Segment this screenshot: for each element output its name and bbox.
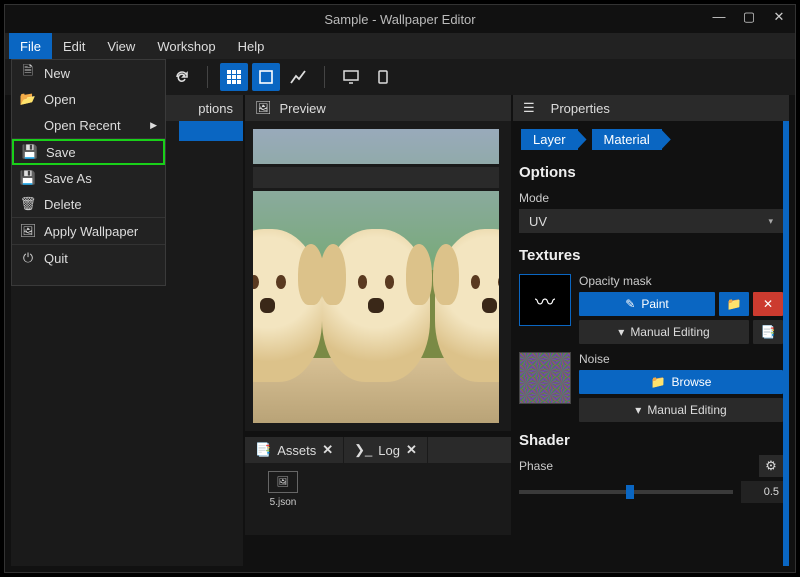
preview-image bbox=[253, 129, 499, 423]
manual-editing-dropdown[interactable]: ▾Manual Editing bbox=[579, 320, 749, 344]
chevron-right-icon: ▶ bbox=[150, 120, 157, 131]
stats-button[interactable] bbox=[284, 63, 312, 91]
menu-file[interactable]: File bbox=[9, 33, 52, 59]
mode-label: Mode bbox=[513, 187, 789, 207]
trash-icon: 🗑 bbox=[20, 196, 36, 212]
close-button[interactable]: ✕ bbox=[769, 9, 789, 25]
bounding-box-button[interactable] bbox=[252, 63, 280, 91]
phase-value[interactable]: 0.5 bbox=[741, 481, 783, 503]
manual-editing-dropdown-2[interactable]: ▾Manual Editing bbox=[579, 398, 783, 422]
crumb-material[interactable]: Material bbox=[592, 129, 662, 150]
selected-layer-indicator bbox=[179, 121, 243, 141]
menu-view[interactable]: View bbox=[96, 33, 146, 59]
phase-slider[interactable] bbox=[519, 490, 733, 494]
chevron-down-icon: ▾ bbox=[768, 216, 773, 227]
scrollbar[interactable] bbox=[783, 121, 789, 566]
copy-icon: 📑 bbox=[761, 325, 776, 339]
menubar: File Edit View Workshop Help bbox=[5, 33, 795, 59]
file-open-recent[interactable]: Open Recent▶ bbox=[12, 112, 165, 138]
menu-workshop[interactable]: Workshop bbox=[146, 33, 226, 59]
file-open[interactable]: 📂Open bbox=[12, 86, 165, 112]
menu-help[interactable]: Help bbox=[227, 33, 276, 59]
list-icon: ☰ bbox=[523, 100, 535, 116]
maximize-button[interactable]: ▢ bbox=[739, 9, 759, 25]
crumb-layer[interactable]: Layer bbox=[521, 129, 578, 150]
file-quit[interactable]: ⏻Quit bbox=[12, 245, 165, 271]
file-new[interactable]: 🗎New bbox=[12, 60, 165, 86]
copy-button[interactable]: 📑 bbox=[753, 320, 783, 344]
tab-assets[interactable]: 📑Assets✕ bbox=[245, 437, 344, 463]
title-bar: Sample - Wallpaper Editor — ▢ ✕ bbox=[5, 5, 795, 33]
folder-icon: 📁 bbox=[727, 297, 742, 311]
file-save[interactable]: 💾Save bbox=[12, 139, 165, 165]
opacity-mask-label: Opacity mask bbox=[579, 274, 783, 288]
opacity-mask-swatch[interactable]: 〰 bbox=[519, 274, 571, 326]
menu-edit[interactable]: Edit bbox=[52, 33, 96, 59]
file-delete[interactable]: 🗑Delete bbox=[12, 191, 165, 217]
chevron-down-icon: ▾ bbox=[618, 325, 624, 339]
file-apply-wallpaper[interactable]: 🖼Apply Wallpaper bbox=[12, 218, 165, 244]
power-icon: ⏻ bbox=[20, 250, 36, 266]
settings-button[interactable]: ⚙ bbox=[759, 455, 783, 477]
close-icon: ✕ bbox=[763, 297, 773, 311]
folder-icon: 📁 bbox=[651, 375, 666, 389]
shader-section-title: Shader bbox=[513, 426, 789, 455]
close-tab-icon[interactable]: ✕ bbox=[322, 442, 333, 458]
save-icon: 💾 bbox=[22, 144, 38, 160]
redo-button[interactable] bbox=[167, 63, 195, 91]
browse-folder-button[interactable]: 📁 bbox=[719, 292, 749, 316]
image-icon: 🖼 bbox=[20, 223, 36, 239]
file-dropdown: 🗎New 📂Open Open Recent▶ 💾Save 💾Save As 🗑… bbox=[11, 59, 166, 286]
gear-icon: ⚙ bbox=[765, 458, 777, 474]
mobile-button[interactable] bbox=[369, 63, 397, 91]
monitor-button[interactable] bbox=[337, 63, 365, 91]
file-save-as[interactable]: 💾Save As bbox=[12, 165, 165, 191]
asset-item[interactable]: 🖼 5.json bbox=[253, 471, 313, 527]
paint-button[interactable]: ✎Paint bbox=[579, 292, 715, 316]
close-tab-icon[interactable]: ✕ bbox=[406, 442, 417, 458]
grid-view-button[interactable] bbox=[220, 63, 248, 91]
phase-label: Phase bbox=[519, 459, 553, 473]
brush-icon: ✎ bbox=[625, 297, 635, 311]
preview-header: 🖼Preview bbox=[245, 95, 511, 121]
mode-select[interactable]: UV▾ bbox=[519, 209, 783, 233]
chevron-down-icon: ▾ bbox=[635, 403, 641, 417]
minimize-button[interactable]: — bbox=[709, 9, 729, 25]
options-section-title: Options bbox=[513, 158, 789, 187]
browse-button[interactable]: 📁Browse bbox=[579, 370, 783, 394]
image-placeholder-icon: 🖼 bbox=[268, 471, 298, 493]
folder-open-icon: 📂 bbox=[20, 91, 36, 107]
window-title: Sample - Wallpaper Editor bbox=[324, 12, 475, 27]
terminal-icon: ❯_ bbox=[354, 442, 372, 458]
noise-label: Noise bbox=[579, 352, 783, 366]
copy-icon: 📑 bbox=[255, 442, 271, 458]
textures-section-title: Textures bbox=[513, 241, 789, 270]
save-as-icon: 💾 bbox=[20, 170, 36, 186]
properties-header: ☰ Properties bbox=[513, 95, 789, 121]
tab-log[interactable]: ❯_Log✕ bbox=[344, 437, 428, 463]
delete-texture-button[interactable]: ✕ bbox=[753, 292, 783, 316]
asset-filename: 5.json bbox=[270, 497, 297, 508]
file-icon: 🗎 bbox=[20, 62, 36, 84]
noise-swatch[interactable] bbox=[519, 352, 571, 404]
image-icon: 🖼 bbox=[255, 100, 272, 116]
